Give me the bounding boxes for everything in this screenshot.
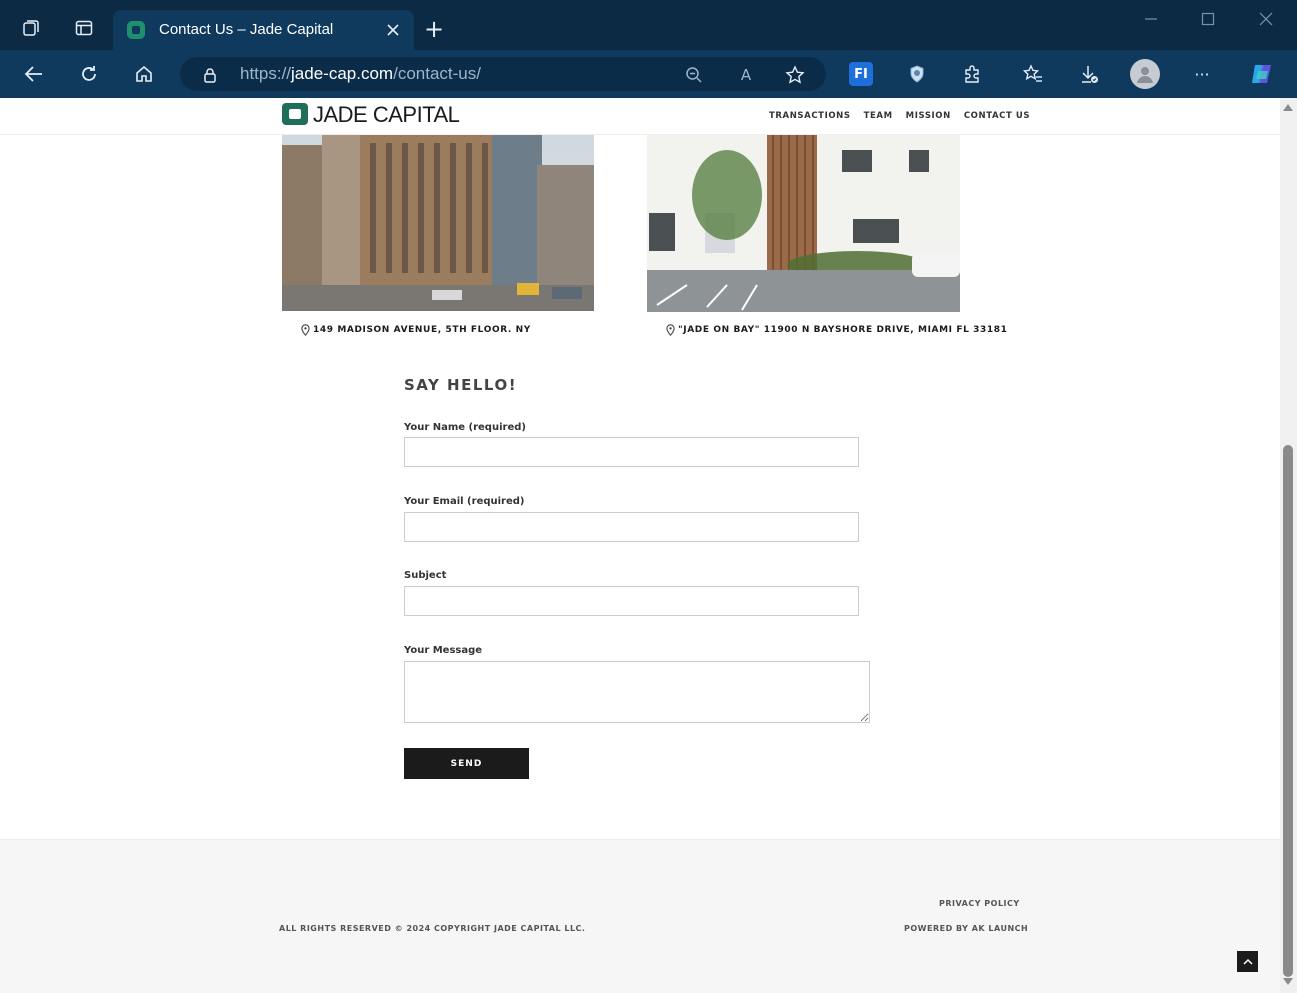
- map-pin-icon: [666, 324, 675, 336]
- scroll-up-arrow-icon[interactable]: [1283, 104, 1293, 111]
- zoom-out-icon[interactable]: [683, 64, 705, 86]
- map-pin-icon: [301, 324, 310, 336]
- nav-contact-us[interactable]: CONTACT US: [964, 111, 1030, 121]
- back-icon[interactable]: [21, 61, 47, 87]
- chevron-up-icon: [1242, 958, 1253, 965]
- main-nav: TRANSACTIONS TEAM MISSION CONTACT US: [769, 111, 1030, 121]
- site-header: JADE CAPITAL TRANSACTIONS TEAM MISSION C…: [0, 98, 1280, 135]
- tab-actions-icon[interactable]: [71, 15, 97, 41]
- maximize-icon[interactable]: [1197, 8, 1219, 30]
- jade-favicon-icon: [127, 21, 145, 39]
- jade-logo-icon[interactable]: [282, 103, 308, 125]
- profile-avatar-icon[interactable]: [1130, 59, 1160, 89]
- downloads-icon[interactable]: [1077, 62, 1101, 86]
- privacy-policy-link[interactable]: PRIVACY POLICY: [939, 899, 1020, 908]
- home-icon[interactable]: [131, 61, 157, 87]
- message-textarea[interactable]: [404, 661, 870, 723]
- address-bar[interactable]: https://jade-cap.com/contact-us/ A: [180, 57, 826, 91]
- back-to-top-button[interactable]: [1237, 951, 1258, 972]
- extensions-puzzle-icon[interactable]: [960, 62, 984, 86]
- lock-icon[interactable]: [200, 65, 220, 85]
- message-label: Your Message: [404, 645, 483, 656]
- office-address-ny: 149 MADISON AVENUE, 5TH FLOOR. NY: [301, 324, 531, 336]
- tab-title: Contact Us – Jade Capital: [159, 21, 334, 38]
- email-input[interactable]: [404, 512, 859, 542]
- url-text[interactable]: https://jade-cap.com/contact-us/: [240, 64, 481, 84]
- scrollbar-thumb[interactable]: [1283, 445, 1293, 977]
- miami-office-photo: [647, 135, 960, 312]
- office-address-ny-text: 149 MADISON AVENUE, 5TH FLOOR. NY: [313, 325, 531, 335]
- send-button[interactable]: SEND: [404, 748, 529, 779]
- office-address-miami: "JADE ON BAY" 11900 N BAYSHORE DRIVE, MI…: [666, 324, 1008, 336]
- powered-by-link[interactable]: POWERED BY AK LAUNCH: [904, 924, 1028, 933]
- read-aloud-icon[interactable]: A: [735, 64, 757, 86]
- nav-mission[interactable]: MISSION: [906, 111, 951, 121]
- extension-fi-icon[interactable]: FI: [849, 62, 873, 86]
- tab-contact-us[interactable]: Contact Us – Jade Capital: [113, 10, 414, 50]
- site-footer: ALL RIGHTS RESERVED © 2024 COPYRIGHT JAD…: [0, 839, 1280, 993]
- close-tab-icon[interactable]: [383, 20, 403, 40]
- web-page: JADE CAPITAL TRANSACTIONS TEAM MISSION C…: [0, 98, 1280, 993]
- form-title: SAY HELLO!: [404, 376, 518, 394]
- scroll-down-arrow-icon[interactable]: [1283, 978, 1293, 985]
- office-address-miami-text: "JADE ON BAY" 11900 N BAYSHORE DRIVE, MI…: [678, 325, 1008, 335]
- nav-transactions[interactable]: TRANSACTIONS: [769, 111, 851, 121]
- browser-tab-bar: Contact Us – Jade Capital +: [0, 0, 1297, 50]
- name-label: Your Name (required): [404, 422, 526, 433]
- shield-extension-icon[interactable]: [905, 62, 929, 86]
- site-logo-text[interactable]: JADE CAPITAL: [313, 102, 460, 128]
- minimize-icon[interactable]: [1140, 8, 1162, 30]
- more-options-icon[interactable]: ···: [1190, 62, 1214, 86]
- refresh-icon[interactable]: [76, 61, 102, 87]
- workspaces-icon[interactable]: [18, 15, 44, 41]
- email-label: Your Email (required): [404, 496, 525, 507]
- copilot-icon[interactable]: [1248, 60, 1276, 88]
- window-close-icon[interactable]: [1255, 8, 1277, 30]
- new-tab-button[interactable]: +: [421, 15, 447, 43]
- copyright-text: ALL RIGHTS RESERVED © 2024 COPYRIGHT JAD…: [279, 924, 586, 933]
- nav-team[interactable]: TEAM: [864, 111, 893, 121]
- subject-label: Subject: [404, 570, 447, 581]
- subject-input[interactable]: [404, 586, 859, 616]
- favorites-icon[interactable]: [1021, 62, 1045, 86]
- page-scrollbar[interactable]: [1280, 98, 1297, 993]
- name-input[interactable]: [404, 437, 859, 467]
- new-york-office-photo: [282, 135, 594, 311]
- favorite-star-icon[interactable]: [784, 64, 806, 86]
